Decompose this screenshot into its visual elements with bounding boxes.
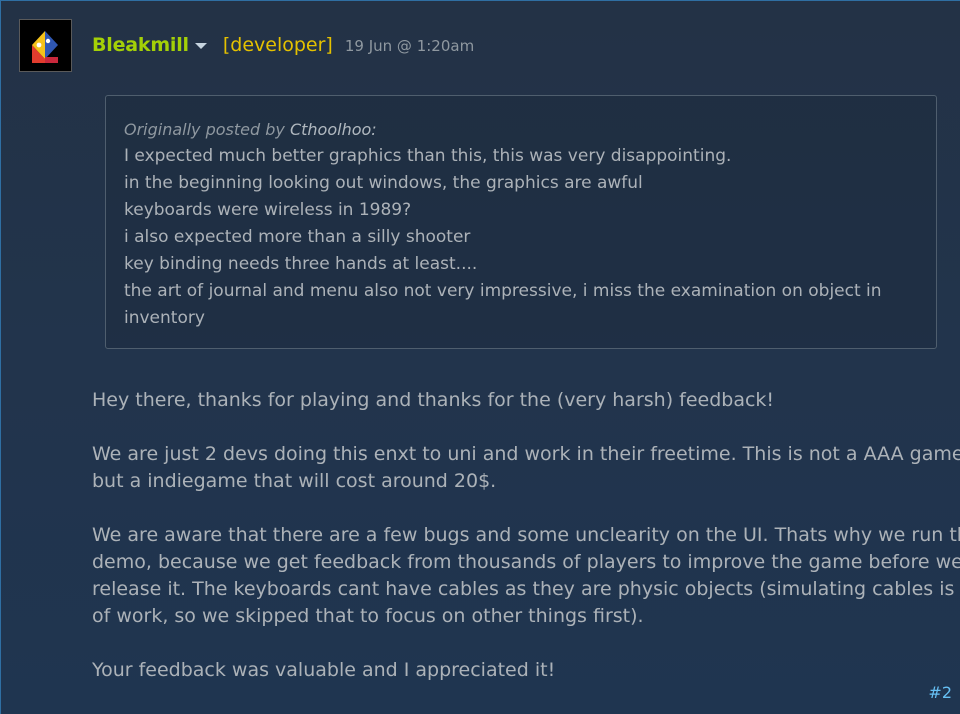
body-line: Your feedback was valuable and I appreci… [92,659,556,681]
body-line: but a indiegame that will cost around 20… [92,470,497,492]
developer-badge: [developer] [222,34,333,56]
quote-line: key binding needs three hands at least..… [124,254,478,274]
quote-prefix: Originally posted by [124,120,285,139]
quote-line: the art of journal and menu also not ver… [124,281,882,301]
quote-line: inventory [124,308,205,328]
bleakmill-logo-icon [20,20,71,71]
body-paragraph: Hey there, thanks for playing and thanks… [92,387,954,414]
quote-block: Originally posted by Cthoolhoo: I expect… [105,95,937,349]
chevron-down-icon[interactable] [194,43,207,49]
quote-line: in the beginning looking out windows, th… [124,173,643,193]
post-timestamp: 19 Jun @ 1:20am [344,37,475,55]
body-paragraph: We are just 2 devs doing this enxt to un… [92,441,960,495]
post-header: Bleakmill [developer] 19 Jun @ 1:20am [92,32,474,58]
body-line: release it. The keyboards cant have cabl… [92,578,960,600]
body-paragraph: We are aware that there are a few bugs a… [92,522,960,630]
body-line: We are aware that there are a few bugs a… [92,524,960,546]
quote-attribution: Originally posted by Cthoolhoo: [124,116,918,143]
avatar[interactable] [19,19,72,72]
quote-line: i also expected more than a silly shoote… [124,227,471,247]
body-line: of work, so we skipped that to focus on … [92,605,644,627]
post-number-link[interactable]: #2 [928,683,952,702]
forum-post: Bleakmill [developer] 19 Jun @ 1:20am Or… [0,0,960,714]
body-paragraph: Your feedback was valuable and I appreci… [92,657,954,684]
author-name[interactable]: Bleakmill [92,34,189,56]
quote-line: keyboards were wireless in 1989? [124,200,412,220]
quote-line: I expected much better graphics than thi… [124,146,732,166]
quote-author: Cthoolhoo: [289,120,377,139]
body-line: We are just 2 devs doing this enxt to un… [92,443,960,465]
body-line: demo, because we get feedback from thous… [92,551,960,573]
body-line: Hey there, thanks for playing and thanks… [92,389,775,411]
post-body: Hey there, thanks for playing and thanks… [92,387,960,711]
